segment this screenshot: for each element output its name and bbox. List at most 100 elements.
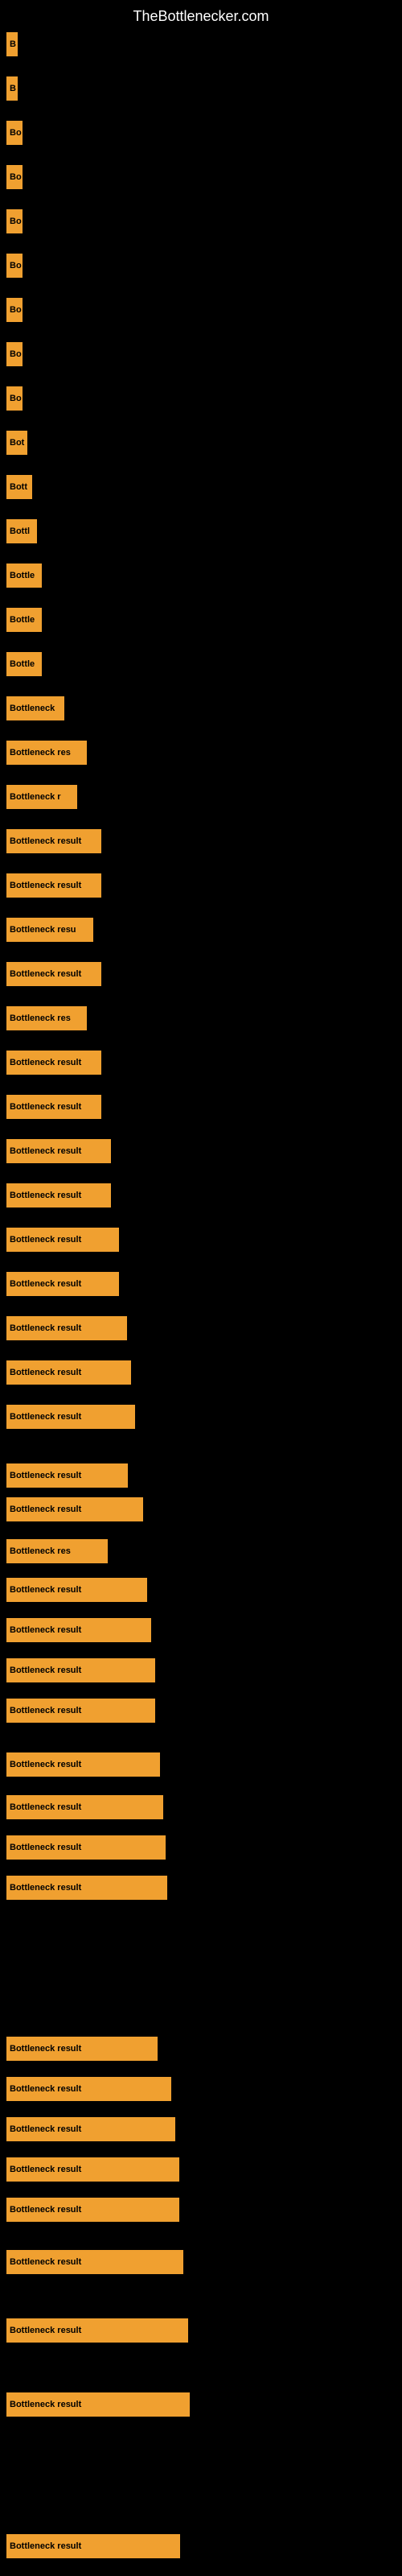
bar-label: Bottleneck result	[6, 2318, 188, 2343]
bar-label: Bottleneck result	[6, 1835, 166, 1860]
bar-label: Bottle	[6, 564, 42, 588]
list-item: Bottleneck result	[6, 1360, 131, 1385]
bar-label: Bottleneck result	[6, 2534, 180, 2558]
list-item: Bottleneck result	[6, 1272, 119, 1296]
bar-label: Bottleneck result	[6, 1228, 119, 1252]
page-wrapper: TheBottlenecker.com BB Bo Bo Bo Bo Bo Bo Bo Bot B…	[0, 0, 402, 2576]
list-item: Bottl	[6, 519, 37, 543]
list-item: Bottleneck result	[6, 1876, 167, 1900]
bar-label: Bottleneck result	[6, 1360, 131, 1385]
bar-label: Bottleneck result	[6, 1051, 101, 1075]
list-item: Bottleneck result	[6, 1405, 135, 1429]
list-item: Bottleneck result	[6, 1835, 166, 1860]
list-item: Bo	[6, 254, 23, 278]
bar-label: Bott	[6, 475, 32, 499]
bar-label: Bottle	[6, 652, 42, 676]
bar-label: Bottleneck r	[6, 785, 77, 809]
list-item: Bo	[6, 342, 23, 366]
bar-label: Bottleneck result	[6, 2117, 175, 2141]
list-item: Bo	[6, 298, 23, 322]
bar-label: Bottleneck result	[6, 1618, 151, 1642]
bar-label: Bottleneck result	[6, 1876, 167, 1900]
bar-label: Bo	[6, 298, 23, 322]
list-item: Bottleneck result	[6, 2117, 175, 2141]
list-item: Bo	[6, 165, 23, 189]
bar-label: Bottleneck result	[6, 1095, 101, 1119]
bar-label: Bo	[6, 342, 23, 366]
bar-label: Bottleneck result	[6, 1463, 128, 1488]
bar-label: Bottleneck result	[6, 2157, 179, 2182]
bar-label: Bottleneck result	[6, 1316, 127, 1340]
list-item: Bottleneck result	[6, 2318, 188, 2343]
bar-label: B	[6, 76, 18, 101]
list-item: Bottleneck result	[6, 2037, 158, 2061]
list-item: Bottleneck result	[6, 2077, 171, 2101]
list-item: Bottle	[6, 652, 42, 676]
bar-label: Bo	[6, 209, 23, 233]
bar-label: Bottleneck result	[6, 1658, 155, 1682]
list-item: Bottleneck result	[6, 829, 101, 853]
list-item: Bottleneck result	[6, 2157, 179, 2182]
bar-label: Bo	[6, 165, 23, 189]
list-item: Bottleneck r	[6, 785, 77, 809]
bar-label: B	[6, 32, 18, 56]
list-item: Bottleneck res	[6, 1006, 87, 1030]
site-title: TheBottlenecker.com	[0, 0, 402, 37]
list-item: Bottleneck result	[6, 1228, 119, 1252]
list-item: Bottleneck result	[6, 1699, 155, 1723]
bar-label: Bottleneck result	[6, 1405, 135, 1429]
bar-label: Bottleneck result	[6, 829, 101, 853]
bar-label: Bo	[6, 121, 23, 145]
bar-label: Bottleneck res	[6, 1539, 108, 1563]
bar-label: Bot	[6, 431, 27, 455]
list-item: Bottleneck	[6, 696, 64, 720]
bar-label: Bottleneck result	[6, 2077, 171, 2101]
bar-label: Bottleneck result	[6, 1795, 163, 1819]
bar-label: Bottleneck result	[6, 1272, 119, 1296]
bar-label: Bottleneck result	[6, 2392, 190, 2417]
list-item: Bottleneck result	[6, 1051, 101, 1075]
list-item: Bottleneck result	[6, 1139, 111, 1163]
bar-label: Bottleneck res	[6, 1006, 87, 1030]
list-item: Bottleneck result	[6, 1183, 111, 1208]
list-item: Bo	[6, 386, 23, 411]
list-item: Bottleneck result	[6, 962, 101, 986]
list-item: Bot	[6, 431, 27, 455]
bar-label: Bottleneck result	[6, 1752, 160, 1777]
bar-label: Bottleneck resu	[6, 918, 93, 942]
bar-label: Bottleneck result	[6, 1578, 147, 1602]
bar-label: Bo	[6, 386, 23, 411]
list-item: Bottleneck result	[6, 1618, 151, 1642]
bar-label: Bottle	[6, 608, 42, 632]
list-item: Bottleneck result	[6, 1095, 101, 1119]
bar-label: Bottleneck res	[6, 741, 87, 765]
list-item: Bottleneck result	[6, 1463, 128, 1488]
bar-label: Bottleneck result	[6, 962, 101, 986]
list-item: Bott	[6, 475, 32, 499]
list-item: Bottleneck result	[6, 2198, 179, 2222]
list-item: Bottleneck result	[6, 2534, 180, 2558]
list-item: Bottleneck result	[6, 1497, 143, 1521]
list-item: Bottleneck result	[6, 1752, 160, 1777]
list-item: Bottleneck result	[6, 1795, 163, 1819]
list-item: Bo	[6, 121, 23, 145]
bar-label: Bottleneck result	[6, 873, 101, 898]
bar-label: Bottleneck result	[6, 1139, 111, 1163]
bar-label: Bottleneck	[6, 696, 64, 720]
list-item: Bottleneck result	[6, 2250, 183, 2274]
bar-label: Bottleneck result	[6, 1699, 155, 1723]
bar-label: Bottleneck result	[6, 1183, 111, 1208]
list-item: Bottleneck resu	[6, 918, 93, 942]
list-item: Bottleneck res	[6, 741, 87, 765]
bar-label: Bottleneck result	[6, 2037, 158, 2061]
list-item: Bottleneck result	[6, 2392, 190, 2417]
bar-label: Bottl	[6, 519, 37, 543]
list-item: B	[6, 32, 18, 56]
list-item: Bottle	[6, 608, 42, 632]
bar-label: Bottleneck result	[6, 2198, 179, 2222]
bar-label: Bo	[6, 254, 23, 278]
list-item: Bottleneck result	[6, 1578, 147, 1602]
list-item: Bo	[6, 209, 23, 233]
list-item: B	[6, 76, 18, 101]
bar-label: Bottleneck result	[6, 1497, 143, 1521]
